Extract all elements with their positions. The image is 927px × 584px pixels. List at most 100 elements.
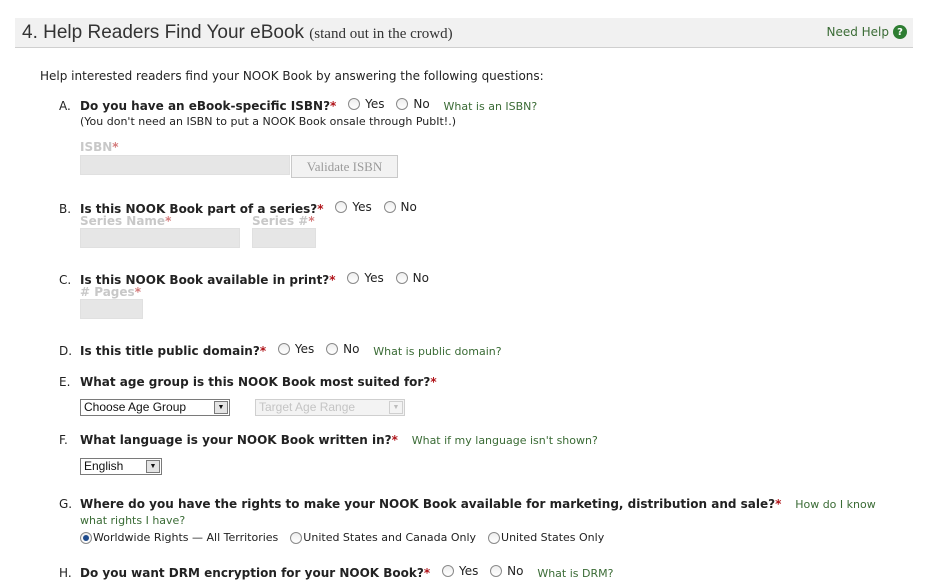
print-no-option[interactable]: No	[395, 271, 429, 285]
series-yes-option[interactable]: Yes	[335, 200, 372, 214]
what-is-isbn-link[interactable]: What is an ISBN?	[444, 100, 538, 113]
isbn-label-text: ISBN	[80, 140, 113, 154]
series-no-option[interactable]: No	[383, 200, 417, 214]
print-yes-option[interactable]: Yes	[347, 271, 384, 285]
isbn-no-radio[interactable]	[396, 98, 409, 110]
intro-text: Help interested readers find your NOOK B…	[40, 69, 544, 83]
what-is-public-domain-link[interactable]: What is public domain?	[373, 345, 501, 358]
series-name-label-text: Series Name	[80, 214, 166, 228]
rights-us-canada-label: United States and Canada Only	[303, 531, 477, 544]
print-no-label: No	[412, 271, 429, 285]
series-name-label: Series Name*	[80, 214, 171, 228]
target-age-value: Target Age Range	[259, 400, 356, 414]
pages-label-text: # Pages	[80, 285, 135, 299]
series-number-label: Series #*	[252, 214, 315, 228]
public-domain-yes-label: Yes	[294, 342, 315, 356]
drm-yes-option[interactable]: Yes	[441, 564, 478, 578]
isbn-yes-radio[interactable]	[348, 98, 361, 110]
series-number-input[interactable]	[252, 228, 316, 248]
series-yes-label: Yes	[352, 200, 372, 214]
required-marker: *	[112, 140, 119, 154]
question-a: A. Do you have an eBook-specific ISBN?* Y…	[59, 97, 537, 113]
print-yes-label: Yes	[364, 271, 384, 285]
drm-no-option[interactable]: No	[490, 564, 523, 578]
print-no-radio[interactable]	[395, 272, 408, 284]
section-subtitle: (stand out in the crowd)	[309, 26, 453, 42]
drm-no-label: No	[507, 564, 524, 578]
pages-label: # Pages*	[80, 285, 141, 299]
isbn-no-label: No	[413, 97, 430, 111]
question-f-text: What language is your NOOK Book written …	[80, 433, 392, 447]
rights-worldwide-option[interactable]: Worldwide Rights — All Territories	[80, 531, 278, 544]
question-f-letter: F.	[59, 433, 68, 447]
series-no-radio[interactable]	[383, 201, 396, 213]
isbn-yes-option[interactable]: Yes	[348, 97, 385, 111]
series-yes-radio[interactable]	[335, 201, 348, 213]
question-d-text: Is this title public domain?	[80, 344, 260, 358]
required-marker: *	[430, 375, 437, 389]
help-icon: ?	[893, 25, 907, 39]
print-yes-radio[interactable]	[347, 272, 360, 284]
pages-input[interactable]	[80, 299, 143, 319]
isbn-yes-label: Yes	[365, 97, 385, 111]
chevron-down-icon[interactable]: ▼	[146, 460, 160, 473]
rights-help-link[interactable]: How do I know	[795, 498, 876, 511]
isbn-input[interactable]	[80, 155, 290, 175]
series-number-label-text: Series #	[252, 214, 309, 228]
question-a-letter: A.	[59, 99, 71, 113]
public-domain-no-option[interactable]: No	[326, 342, 359, 356]
series-name-input[interactable]	[80, 228, 240, 248]
required-marker: *	[329, 273, 336, 287]
public-domain-yes-radio[interactable]	[277, 343, 290, 355]
required-marker: *	[308, 214, 315, 228]
rights-us-canada-option[interactable]: United States and Canada Only	[290, 531, 476, 544]
required-marker: *	[423, 566, 431, 580]
rights-worldwide-radio[interactable]	[80, 531, 92, 544]
question-h-letter: H.	[59, 566, 72, 580]
public-domain-yes-option[interactable]: Yes	[277, 342, 315, 356]
question-a-text: Do you have an eBook-specific ISBN?	[80, 99, 331, 113]
question-c-letter: C.	[59, 273, 72, 287]
isbn-no-option[interactable]: No	[396, 97, 430, 111]
rights-help-link-continued[interactable]: what rights I have?	[80, 514, 185, 527]
required-marker: *	[165, 214, 172, 228]
rights-worldwide-label: Worldwide Rights — All Territories	[93, 531, 279, 544]
public-domain-no-label: No	[343, 342, 360, 356]
question-e: E. What age group is this NOOK Book most …	[59, 375, 437, 389]
rights-us-only-option[interactable]: United States Only	[488, 531, 604, 544]
target-age-select[interactable]: Target Age Range ▼	[255, 399, 405, 416]
isbn-field-label: ISBN*	[80, 140, 119, 154]
section-title-text: 4. Help Readers Find Your eBook	[22, 22, 305, 43]
required-marker: *	[259, 344, 267, 358]
age-group-value: Choose Age Group	[84, 400, 187, 414]
required-marker: *	[134, 285, 141, 299]
rights-us-canada-radio[interactable]	[290, 531, 303, 544]
chevron-down-icon[interactable]: ▼	[214, 401, 228, 414]
rights-us-only-label: United States Only	[501, 531, 605, 544]
age-group-select[interactable]: Choose Age Group ▼	[80, 399, 230, 416]
drm-yes-radio[interactable]	[441, 565, 454, 577]
question-h-text: Do you want DRM encryption for your NOOK…	[80, 566, 424, 580]
question-g-letter: G.	[59, 497, 73, 511]
question-f: F. What language is your NOOK Book writte…	[59, 433, 598, 447]
validate-isbn-button[interactable]: Validate ISBN	[291, 155, 398, 178]
isbn-note: (You don't need an ISBN to put a NOOK Bo…	[80, 115, 456, 128]
required-marker: *	[775, 497, 782, 511]
language-select[interactable]: English ▼	[80, 458, 162, 475]
question-e-letter: E.	[59, 375, 71, 389]
rights-help-link-text[interactable]: what rights I have?	[80, 514, 185, 527]
public-domain-no-radio[interactable]	[326, 343, 339, 355]
language-value: English	[84, 459, 124, 473]
drm-no-radio[interactable]	[490, 565, 503, 577]
what-is-drm-link[interactable]: What is DRM?	[537, 567, 613, 580]
question-e-text: What age group is this NOOK Book most su…	[80, 375, 431, 389]
chevron-down-icon[interactable]: ▼	[389, 401, 403, 414]
rights-us-only-radio[interactable]	[488, 531, 501, 544]
required-marker: *	[391, 433, 398, 447]
need-help-link[interactable]: Need Help ?	[826, 25, 907, 39]
language-not-shown-link[interactable]: What if my language isn't shown?	[412, 434, 598, 447]
required-marker: *	[330, 99, 337, 113]
need-help-label: Need Help	[826, 25, 889, 39]
series-no-label: No	[400, 200, 417, 214]
question-d: D. Is this title public domain?* Yes No W…	[59, 342, 502, 358]
